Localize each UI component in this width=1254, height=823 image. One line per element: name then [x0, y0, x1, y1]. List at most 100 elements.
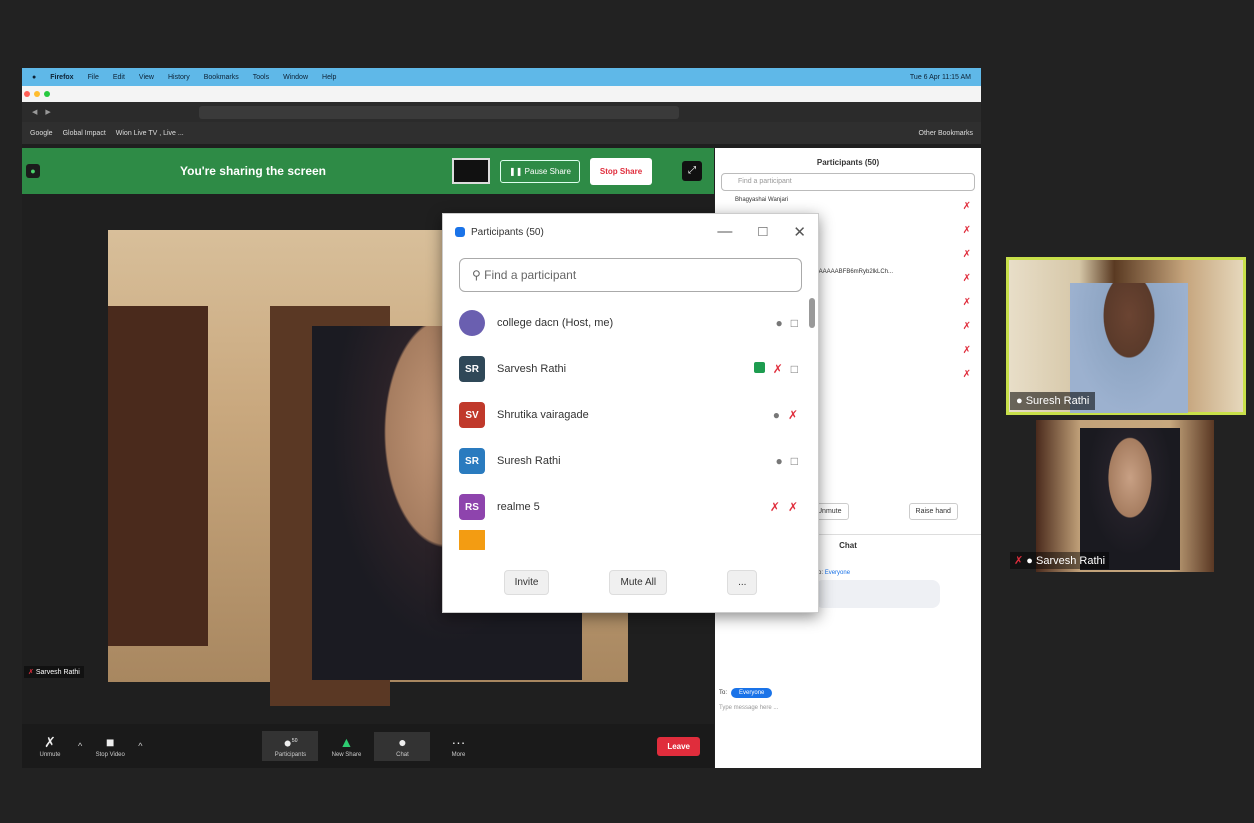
close-window-icon[interactable]	[24, 91, 30, 97]
avatar: SR	[459, 356, 485, 382]
bookmark-other[interactable]: Other Bookmarks	[919, 130, 973, 137]
bookmark-wion[interactable]: Wion Live TV , Live ...	[116, 130, 184, 137]
search-input[interactable]: ⚲ Find a participant	[459, 258, 802, 292]
stop-share-button[interactable]: Stop Share	[589, 157, 653, 185]
avatar	[459, 530, 485, 550]
participant-row[interactable]: RS realme 5 ✗ ✗	[443, 484, 818, 530]
menu-help[interactable]: Help	[322, 74, 336, 81]
firefox-toolbar: ◀ ▶	[22, 102, 981, 122]
video-background-door	[108, 306, 208, 646]
mic-icon: ●	[775, 316, 783, 330]
unmute-button[interactable]: ✗ Unmute	[22, 735, 78, 758]
avatar	[459, 310, 485, 336]
bookmark-google[interactable]: Google	[30, 130, 53, 137]
back-icon[interactable]: ◀	[32, 108, 37, 116]
panel-title: Participants (50)	[816, 158, 880, 167]
menu-bookmarks[interactable]: Bookmarks	[204, 74, 239, 81]
participant-row[interactable]: SR Suresh Rathi ● □	[443, 438, 818, 484]
menu-edit[interactable]: Edit	[113, 74, 125, 81]
chat-icon: ●	[398, 733, 407, 750]
chevron-up-icon[interactable]: ^	[138, 741, 142, 751]
chat-send-to: To: Everyone	[719, 688, 773, 698]
participant-row[interactable]: SV Shrutika vairagade ● ✗	[443, 392, 818, 438]
person-icon: ●	[1026, 555, 1033, 567]
mic-icon: ●	[775, 454, 783, 468]
zoom-window-icon[interactable]	[44, 91, 50, 97]
share-indicator-icon	[753, 362, 765, 373]
muted-mic-icon: ✗	[44, 733, 56, 750]
menu-window[interactable]: Window	[283, 74, 308, 81]
share-status: You're sharing the screen	[180, 164, 327, 178]
muted-mic-icon: ✗	[772, 362, 783, 376]
muted-mic-icon: ✗	[962, 369, 971, 380]
participant-video-person	[1080, 428, 1180, 570]
new-share-button[interactable]: ▲ New Share	[318, 735, 374, 758]
menubar-app[interactable]: Firefox	[50, 74, 73, 81]
shield-icon[interactable]: ●	[26, 164, 40, 178]
muted-mic-icon: ✗	[962, 345, 971, 356]
video-tile-name: ● Suresh Rathi	[1010, 392, 1096, 410]
maximize-icon[interactable]: □	[758, 223, 767, 241]
scrollbar[interactable]	[809, 298, 815, 328]
share-thumbnail[interactable]	[452, 158, 491, 184]
pause-share-button[interactable]: ❚❚ Pause Share	[500, 159, 580, 183]
leave-button[interactable]: Leave	[657, 736, 700, 756]
avatar: SR	[459, 448, 485, 474]
panel-search-input[interactable]: Find a participant	[721, 173, 975, 191]
muted-mic-icon: ✗	[28, 669, 34, 676]
avatar: SV	[459, 402, 485, 428]
mute-all-button[interactable]: Mute All	[609, 569, 668, 595]
participants-button[interactable]: ●50 Participants	[262, 730, 319, 762]
muted-mic-icon: ✗	[769, 500, 780, 514]
menubar-clock: Tue 6 Apr 11:15 AM	[909, 73, 971, 81]
meeting-toolbar: ✗ Unmute ^ ■ Stop Video ^ ●50 Participants …	[22, 724, 714, 768]
mac-menubar: ● Firefox File Edit View History Bookmar…	[22, 68, 981, 86]
close-icon[interactable]: ✕	[793, 223, 806, 241]
share-bar: ● You're sharing the screen ❚❚ Pause Sha…	[22, 148, 714, 194]
muted-mic-icon: ✗	[962, 321, 971, 332]
chat-button[interactable]: ● Chat	[374, 731, 431, 761]
minimize-icon[interactable]: —	[717, 223, 732, 241]
window-footer: Invite Mute All ...	[443, 552, 818, 612]
menu-file[interactable]: File	[88, 74, 99, 81]
main-video-name: ✗ Sarvesh Rathi	[24, 666, 84, 678]
participant-row[interactable]	[443, 530, 818, 550]
stop-video-button[interactable]: ■ Stop Video	[82, 735, 138, 758]
camera-icon: □	[790, 316, 798, 330]
participant-row[interactable]: SR Sarvesh Rathi ✗ □	[443, 346, 818, 392]
camera-off-icon: ✗	[787, 408, 798, 422]
camera-icon: ■	[106, 733, 115, 750]
chat-recipient: To: Everyone	[815, 570, 851, 576]
search-icon: ⚲	[472, 268, 481, 282]
invite-button[interactable]: Invite	[503, 569, 550, 595]
muted-mic-icon: ✗	[962, 201, 971, 212]
bookmarks-bar: Google Global Impact Wion Live TV , Live…	[22, 122, 981, 144]
menu-tools[interactable]: Tools	[253, 74, 269, 81]
muted-mic-icon: ✗	[1014, 555, 1024, 567]
avatar: RS	[459, 494, 485, 520]
menu-history[interactable]: History	[168, 74, 190, 81]
recipient-dropdown[interactable]: Everyone	[731, 688, 773, 698]
window-title: Participants (50)	[471, 226, 544, 238]
bookmark-global-impact[interactable]: Global Impact	[63, 130, 106, 137]
raise-hand-button[interactable]: Raise hand	[908, 503, 958, 520]
mic-icon: ●	[772, 408, 780, 422]
participant-row[interactable]: college dacn (Host, me) ● □	[443, 300, 818, 346]
muted-mic-icon: ✗	[962, 225, 971, 236]
chat-message-bubble	[815, 580, 940, 608]
forward-icon[interactable]: ▶	[45, 108, 50, 116]
chat-input[interactable]: Type message here ...	[719, 705, 778, 711]
more-button[interactable]: ··· More	[430, 735, 486, 758]
more-icon: ···	[451, 733, 466, 750]
apple-icon[interactable]: ●	[32, 74, 36, 81]
expand-icon[interactable]: ⤢	[682, 161, 703, 181]
muted-mic-icon: ✗	[962, 249, 971, 260]
url-bar[interactable]	[198, 105, 679, 119]
more-options-button[interactable]: ...	[727, 569, 758, 595]
minimize-window-icon[interactable]	[34, 91, 40, 97]
camera-off-icon: ✗	[787, 500, 798, 514]
muted-mic-icon: ✗	[962, 297, 971, 308]
menu-view[interactable]: View	[139, 74, 154, 81]
participants-window: Participants (50) — □ ✕ ⚲ Find a partici…	[442, 213, 819, 613]
window-titlebar: Participants (50) — □ ✕	[443, 214, 818, 250]
